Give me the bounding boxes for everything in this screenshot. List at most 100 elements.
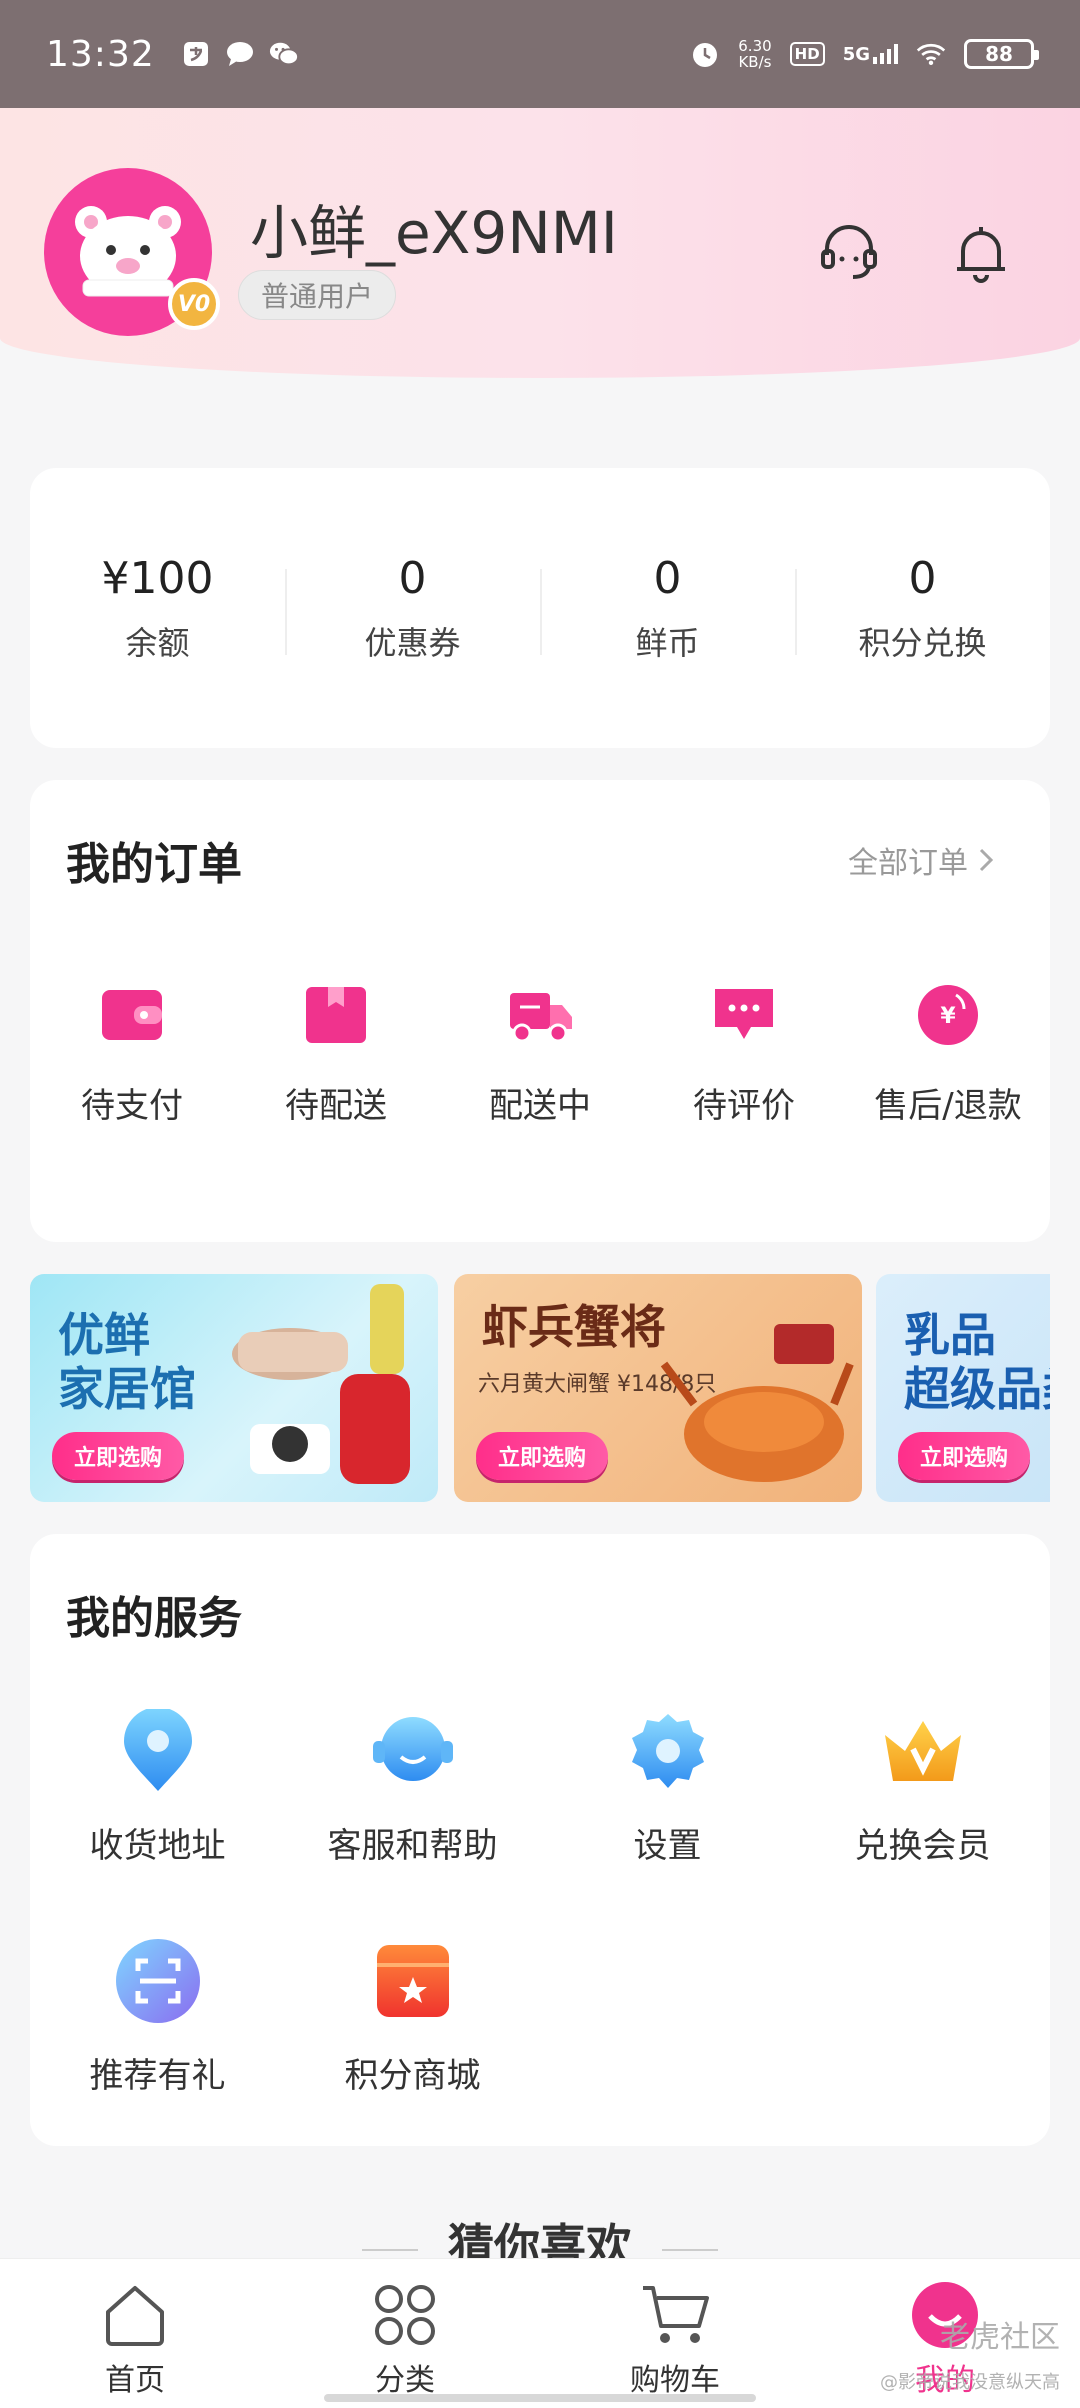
banner-title: 乳品 超级品类 [904,1308,1050,1416]
promo-banner-crab[interactable]: 虾兵蟹将 六月黄大闸蟹 ¥148/8只 立即选购 [454,1274,862,1502]
status-time: 13:32 [46,33,155,75]
asset-value: 0 [653,552,682,604]
service-redeem-membership[interactable]: 兑换会员 [795,1706,1050,1867]
alarm-icon [690,39,720,69]
asset-label: 优惠券 [364,623,461,662]
services-title: 我的服务 [66,1593,242,1644]
message-icon [225,39,255,69]
asset-points[interactable]: 0 积分兑换 [795,553,1050,664]
wallet-icon [97,980,167,1050]
signal-icon [873,44,898,64]
net-speed-unit: KB/s [738,53,772,71]
hd-indicator: HD [789,42,825,66]
asset-value: ¥100 [101,552,214,604]
order-pending-review[interactable]: 待评价 [642,980,846,1127]
service-points-mall[interactable]: 积分商城 [285,1936,540,2097]
net-speed: 6.30 KB/s [738,38,771,70]
asset-value: 0 [908,552,937,604]
net-speed-value: 6.30 [738,37,772,55]
order-label: 待配送 [285,1086,387,1126]
banner-title: 优鲜 家居馆 [58,1308,196,1416]
all-orders-link[interactable]: 全部订单 [848,838,994,882]
asset-label: 鲜币 [635,623,700,662]
battery-indicator: 88 [964,39,1039,69]
category-icon [369,2279,441,2351]
notifications-button[interactable] [946,218,1016,288]
orders-card: 我的订单 全部订单 待支付 待配送 配送中 待评价 ¥ 售后/退款 [30,780,1050,1242]
home-icon [99,2279,171,2351]
alipay-icon [181,39,211,69]
order-pending-payment[interactable]: 待支付 [30,980,234,1127]
asset-coupons[interactable]: 0 优惠券 [285,553,540,664]
asset-label: 积分兑换 [858,623,987,662]
crab-image [660,1324,854,1482]
store-icon [368,1936,458,2026]
banner-title: 虾兵蟹将 [482,1300,666,1354]
customer-service-button[interactable] [814,218,884,288]
order-pending-delivery[interactable]: 待配送 [234,980,438,1127]
order-status-row: 待支付 待配送 配送中 待评价 ¥ 售后/退款 [30,980,1050,1127]
orders-title: 我的订单 [66,839,242,890]
status-bar: 13:32 6.30 KB/s HD 5G 88 [0,0,1080,108]
service-address[interactable]: 收货地址 [30,1706,285,1867]
network-label: 5G [842,44,870,65]
service-referral[interactable]: 推荐有礼 [30,1936,285,2097]
nav-label: 首页 [105,2363,165,2398]
order-in-delivery[interactable]: 配送中 [438,980,642,1127]
asset-fresh-coins[interactable]: 0 鲜币 [540,553,795,664]
order-label: 配送中 [489,1086,591,1126]
profile-header: V0 小鲜_eX9NMI 普通用户 [0,108,1080,378]
asset-label: 余额 [125,623,190,662]
nav-cart[interactable]: 购物车 [540,2259,810,2408]
banner-title-line: 家居馆 [58,1362,196,1416]
promo-banner-carousel[interactable]: 优鲜 家居馆 立即选购 虾兵蟹将 六月黄大闸蟹 ¥148/8只 立即选购 乳品 … [30,1274,1050,1502]
nav-home[interactable]: 首页 [0,2259,270,2408]
shop-now-button[interactable]: 立即选购 [898,1432,1031,1480]
wechat-icon [269,39,299,69]
promo-banner-dairy[interactable]: 乳品 超级品类 立即选购 [876,1274,1050,1502]
nav-label: 购物车 [630,2363,720,2398]
promo-banner-home[interactable]: 优鲜 家居馆 立即选购 [30,1274,438,1502]
service-label: 设置 [633,1826,702,1866]
scan-icon [113,1936,203,2026]
system-indicators: 6.30 KB/s HD 5G 88 [690,38,1039,70]
cart-icon [639,2279,711,2351]
comment-icon [709,980,779,1050]
username: 小鲜_eX9NMI [250,199,618,267]
chevron-right-icon [979,848,994,872]
assets-card: ¥100 余额 0 优惠券 0 鲜币 0 积分兑换 [30,468,1050,748]
nav-category[interactable]: 分类 [270,2259,540,2408]
service-label: 客服和帮助 [327,1826,498,1866]
service-label: 推荐有礼 [89,2056,226,2096]
bell-icon [957,227,1005,283]
package-icon [301,980,371,1050]
wifi-icon [916,39,946,69]
banner-title-line: 优鲜 [58,1308,150,1362]
headset-icon [821,225,877,279]
svg-text:¥: ¥ [940,1004,956,1029]
nav-label: 分类 [375,2363,435,2398]
service-settings[interactable]: 设置 [540,1706,795,1867]
banner-title-line: 超级品类 [904,1362,1050,1416]
order-after-sales[interactable]: ¥ 售后/退款 [846,980,1050,1127]
network-indicator: 5G [843,43,898,65]
banner-title-line: 乳品 [904,1308,996,1362]
crown-icon [878,1706,968,1796]
asset-balance[interactable]: ¥100 余额 [30,553,285,664]
asset-value: 0 [398,552,427,604]
service-label: 收货地址 [89,1826,226,1866]
shop-now-button[interactable]: 立即选购 [476,1432,609,1480]
shop-now-button[interactable]: 立即选购 [52,1432,185,1480]
service-help[interactable]: 客服和帮助 [285,1706,540,1867]
user-level-tag: 普通用户 [238,270,397,320]
service-label: 积分商城 [344,2056,481,2096]
gear-icon [623,1706,713,1796]
service-label: 兑换会员 [854,1826,991,1866]
divider [362,2248,418,2251]
customer-service-icon [368,1706,458,1796]
order-label: 待评价 [693,1086,795,1126]
home-indicator[interactable] [324,2394,756,2402]
refund-icon: ¥ [913,980,983,1050]
homeware-products-image [232,1284,410,1484]
divider [662,2248,718,2251]
